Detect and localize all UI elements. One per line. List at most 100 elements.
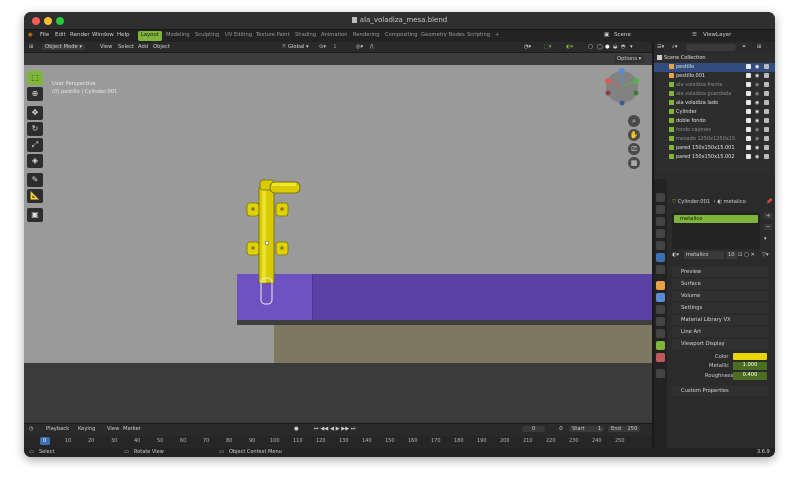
eye-icon[interactable]: ◉ (755, 100, 759, 106)
world-tab-icon[interactable] (656, 253, 665, 262)
material-users-count[interactable]: 10 (726, 251, 737, 259)
overlay-toggle-icon[interactable]: ◐▾ (566, 44, 573, 50)
outliner-item-ala-lado[interactable]: ala voladiza lado ◉ (654, 99, 775, 108)
blender-logo-icon[interactable]: ◉ (28, 32, 33, 38)
editor-type-icon[interactable]: ⊞ (29, 44, 33, 50)
latch-object[interactable] (242, 178, 302, 308)
outliner-item-pared-001[interactable]: pared 150x150x15.001 ◉ (654, 144, 775, 153)
rotate-tool-icon[interactable]: ↻ (27, 122, 43, 136)
tab-geometry-nodes[interactable]: Geometry Nodes (418, 31, 468, 41)
outliner-item-ala-guardada[interactable]: ala voladiza guardada ◉ (654, 90, 775, 99)
perspective-toggle-icon[interactable]: ▦ (628, 157, 640, 169)
shading-material-icon[interactable]: ◒ (613, 44, 618, 50)
eye-icon[interactable]: ◉ (755, 136, 759, 142)
section-line-art[interactable]: Line Art (672, 327, 769, 337)
outliner-item-doble-fondo[interactable]: doble fondo ◉ (654, 117, 775, 126)
section-volume[interactable]: Volume (672, 291, 769, 301)
scene-selector[interactable]: Scene (614, 32, 631, 38)
transform-tool-icon[interactable]: ◈ (27, 154, 43, 168)
checkbox-icon[interactable] (746, 91, 751, 96)
tab-animation[interactable]: Animation (318, 31, 350, 41)
camera-icon[interactable] (764, 73, 769, 78)
timeline-menu-marker[interactable]: Marker (123, 426, 141, 432)
camera-icon[interactable] (764, 109, 769, 114)
camera-view-icon[interactable]: ⎚ (628, 143, 640, 155)
tab-scripting[interactable]: Scripting (464, 31, 493, 41)
add-slot-button[interactable]: + (764, 213, 773, 219)
checkbox-icon[interactable] (746, 100, 751, 105)
scale-tool-icon[interactable]: ⤢ (27, 138, 43, 152)
outliner-item-cylinder[interactable]: Cylinder ◉ (654, 108, 775, 117)
mode-dropdown[interactable]: Object Mode ▾ (42, 44, 85, 50)
eye-icon[interactable]: ◉ (755, 64, 759, 70)
roughness-field[interactable]: 0.400 (733, 372, 767, 380)
particles-tab-icon[interactable] (656, 305, 665, 314)
outliner-editor-icon[interactable]: ☰▾ (657, 44, 664, 50)
pin-icon[interactable]: 📌 (766, 199, 772, 205)
constraints-tab-icon[interactable] (656, 329, 665, 338)
eye-icon[interactable]: ◉ (755, 145, 759, 151)
section-material-library[interactable]: Material Library VX (672, 315, 769, 325)
tab-modeling[interactable]: Modeling (163, 31, 193, 41)
outliner-item-pestillo[interactable]: pestillo ◉ (654, 63, 775, 72)
eye-icon[interactable]: ◉ (755, 154, 759, 160)
camera-icon[interactable] (764, 82, 769, 87)
section-surface[interactable]: Surface (672, 279, 769, 289)
remove-slot-button[interactable]: − (764, 224, 773, 230)
auto-keying-icon[interactable]: ● (294, 426, 299, 432)
object-tab-icon[interactable] (656, 281, 665, 290)
outliner-item-fondo-cajones[interactable]: fondo cajones ◉ (654, 126, 775, 135)
tab-layout[interactable]: Layout (138, 31, 162, 41)
outliner-tree[interactable]: Scene Collection pestillo ◉ pestillo.001… (654, 54, 775, 174)
section-settings[interactable]: Settings (672, 303, 769, 313)
camera-icon[interactable] (764, 127, 769, 132)
falloff-icon[interactable]: /\ (370, 44, 374, 50)
transform-orientation-dropdown[interactable]: ⤧ Global ▾ (282, 44, 309, 51)
menu-view[interactable]: View (100, 44, 112, 50)
timeline-menu-view[interactable]: View (107, 426, 119, 432)
start-frame-field[interactable]: Start 1 (569, 426, 605, 432)
menu-edit[interactable]: Edit (55, 32, 66, 38)
playback-controls[interactable]: ⏮ ◀◀ ◀ ▶ ▶▶ ⏭ (314, 426, 356, 433)
material-tab-icon[interactable] (656, 353, 665, 362)
outliner-item-pared-002[interactable]: pared 150x150x15.002 ◉ (654, 153, 775, 162)
material-slot-item[interactable]: metalico (674, 215, 758, 223)
menu-file[interactable]: File (40, 32, 49, 38)
tab-rendering[interactable]: Rendering (350, 31, 383, 41)
pivot-icon[interactable]: ⊙▾ (319, 44, 326, 50)
material-link-icon[interactable]: ▽▾ (762, 252, 769, 258)
material-slot-list[interactable]: metalico (672, 213, 760, 249)
tab-uv-editing[interactable]: UV Editing (222, 31, 255, 41)
measure-tool-icon[interactable]: 📐 (27, 189, 43, 203)
new-collection-icon[interactable]: ⊞ (757, 44, 761, 50)
timeline-editor-icon[interactable]: ◷ (29, 426, 34, 432)
color-swatch[interactable] (733, 353, 767, 360)
checkbox-icon[interactable] (746, 118, 751, 123)
menu-help[interactable]: Help (117, 32, 130, 38)
filter-icon[interactable]: ⏷ (742, 44, 746, 51)
slot-specials-icon[interactable]: ▾ (764, 236, 767, 242)
annotate-tool-icon[interactable]: ✎ (27, 173, 43, 187)
eye-icon[interactable]: ◉ (755, 73, 759, 79)
select-box-tool-icon[interactable]: ⬚ (27, 71, 43, 85)
menu-object[interactable]: Object (153, 44, 170, 50)
outliner-display-mode-icon[interactable]: ⌕▾ (672, 44, 678, 51)
outliner-item-ala-frente[interactable]: ala voladiza frente ◉ (654, 81, 775, 90)
zoom-view-icon[interactable]: ⌕ (628, 115, 640, 127)
move-tool-icon[interactable]: ✥ (27, 106, 43, 120)
checkbox-icon[interactable] (746, 82, 751, 87)
checkbox-icon[interactable] (746, 127, 751, 132)
shading-solid-icon[interactable]: ● (605, 44, 610, 50)
metallic-field[interactable]: 1.000 (733, 362, 767, 370)
outliner-item-pestillo-001[interactable]: pestillo.001 ◉ (654, 72, 775, 81)
modifier-tab-icon[interactable] (656, 293, 665, 302)
outliner-item-mesado[interactable]: mesado 1250x1250x15 ◉ (654, 135, 775, 144)
texture-tab-icon[interactable] (656, 369, 665, 378)
timeline-editor[interactable]: ◷ Playback Keying View Marker ● ⏮ ◀◀ ◀ ▶… (24, 423, 652, 448)
section-custom-properties[interactable]: Custom Properties (672, 386, 769, 396)
xray-icon[interactable]: ▢ (588, 44, 593, 50)
tab-sculpting[interactable]: Sculpting (192, 31, 222, 41)
camera-icon[interactable] (764, 91, 769, 96)
tab-texture-paint[interactable]: Texture Paint (253, 31, 292, 41)
section-viewport-display[interactable]: Viewport Display (672, 339, 769, 349)
